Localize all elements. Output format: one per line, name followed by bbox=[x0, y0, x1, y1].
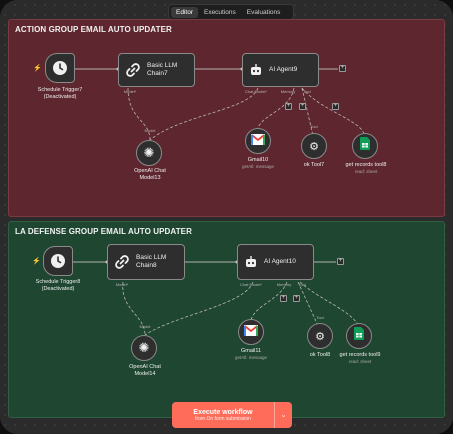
ai-agent-node[interactable]: AI Agent9 bbox=[242, 53, 319, 87]
n8n-window: Editor Executions Evaluations ACTION GRO… bbox=[0, 0, 453, 434]
port-label-chat-model: Chat Model* bbox=[244, 89, 268, 94]
execute-workflow-main[interactable]: Execute workflow from On form submission bbox=[172, 402, 274, 428]
port-label-model: Model* bbox=[123, 89, 137, 94]
chain-link-icon bbox=[125, 62, 141, 78]
clock-icon bbox=[52, 60, 68, 76]
port-label-chat-model: Chat Model* bbox=[239, 282, 263, 287]
add-tool-button[interactable]: + bbox=[293, 295, 300, 302]
robot-icon bbox=[249, 63, 263, 77]
get-records-tool-node[interactable] bbox=[346, 323, 372, 349]
openai-chat-model-node[interactable]: ✺ bbox=[136, 140, 162, 166]
trigger-bolt-icon: ⚡ bbox=[32, 258, 41, 265]
add-node-button[interactable]: + bbox=[337, 258, 344, 265]
port-label-memory: Memory bbox=[280, 89, 296, 94]
gmail-node[interactable] bbox=[245, 128, 271, 154]
tool-icon: ⚙ bbox=[309, 140, 319, 153]
port-label-tool: Tool bbox=[298, 282, 306, 287]
openai-chat-model-node[interactable]: ✺ bbox=[131, 335, 157, 361]
gmail-node-subtitle: getAll: message bbox=[234, 355, 268, 360]
gmail-icon bbox=[251, 132, 265, 150]
tab-evaluations[interactable]: Evaluations bbox=[242, 7, 286, 18]
gmail-node-subtitle: getAll: message bbox=[241, 164, 275, 169]
tool-icon: ⚙ bbox=[315, 330, 325, 343]
tab-executions[interactable]: Executions bbox=[199, 7, 241, 18]
get-records-tool-subtitle: read: sheet bbox=[354, 169, 378, 174]
openai-chat-model-label: OpenAI Chat Model14 bbox=[129, 364, 161, 378]
ok-tool-node[interactable]: ⚙ bbox=[301, 133, 327, 159]
schedule-trigger-node[interactable] bbox=[45, 53, 75, 83]
add-tool-button[interactable]: + bbox=[299, 103, 306, 110]
gmail-icon bbox=[244, 323, 258, 341]
clock-icon bbox=[50, 253, 66, 269]
get-records-tool-node[interactable] bbox=[352, 133, 378, 159]
ok-tool-label: ok Tool8 bbox=[309, 352, 331, 358]
port-label-memory: Memory bbox=[276, 282, 292, 287]
execute-title: Execute workflow bbox=[193, 408, 253, 416]
add-memory-button[interactable]: + bbox=[280, 295, 287, 302]
port-label-tool: Tool bbox=[316, 315, 324, 320]
ok-tool-label: ok Tool7 bbox=[303, 162, 325, 168]
execute-subtitle: from On form submission bbox=[195, 415, 251, 422]
group-title: LA DEFENSE GROUP EMAIL AUTO UPDATER bbox=[15, 227, 192, 236]
sticky-note-la-defense-group[interactable]: LA DEFENSE GROUP EMAIL AUTO UPDATER bbox=[8, 221, 445, 418]
port-label-model: Model bbox=[139, 324, 151, 329]
basic-llm-chain-node[interactable]: Basic LLM Chain7 bbox=[118, 53, 195, 87]
sheets-icon bbox=[360, 137, 370, 155]
add-subnode-button[interactable]: + bbox=[332, 103, 339, 110]
chain-link-icon bbox=[114, 254, 130, 270]
robot-icon bbox=[244, 255, 258, 269]
port-label-model: Model bbox=[144, 128, 156, 133]
sticky-note-action-group[interactable]: ACTION GROUP EMAIL AUTO UPDATER bbox=[8, 19, 445, 217]
schedule-trigger-node[interactable] bbox=[43, 246, 73, 276]
schedule-trigger-label: Schedule Trigger7 (Deactivated) bbox=[37, 87, 83, 101]
execute-workflow-button[interactable]: Execute workflow from On form submission… bbox=[172, 402, 292, 428]
openai-icon: ✺ bbox=[143, 145, 155, 160]
trigger-bolt-icon: ⚡ bbox=[33, 65, 42, 72]
port-label-model: Model* bbox=[115, 282, 129, 287]
view-tabs: Editor Executions Evaluations bbox=[168, 4, 294, 20]
group-title: ACTION GROUP EMAIL AUTO UPDATER bbox=[15, 25, 172, 34]
node-title: AI Agent10 bbox=[264, 257, 296, 265]
port-label-tool: Tool bbox=[303, 89, 311, 94]
openai-icon: ✺ bbox=[138, 340, 150, 355]
node-title: AI Agent9 bbox=[269, 65, 298, 73]
tab-editor[interactable]: Editor bbox=[171, 6, 198, 18]
schedule-trigger-label: Schedule Trigger8 (Deactivated) bbox=[35, 279, 81, 293]
chevron-down-icon[interactable]: ⌄ bbox=[274, 402, 292, 428]
node-title: Basic LLM Chain7 bbox=[147, 61, 178, 77]
basic-llm-chain-node[interactable]: Basic LLM Chain8 bbox=[107, 244, 185, 280]
node-title: Basic LLM Chain8 bbox=[136, 253, 167, 269]
openai-chat-model-label: OpenAI Chat Model13 bbox=[134, 168, 166, 182]
add-node-button[interactable]: + bbox=[339, 65, 346, 72]
ai-agent-node[interactable]: AI Agent10 bbox=[237, 244, 314, 280]
ok-tool-node[interactable]: ⚙ bbox=[307, 323, 333, 349]
get-records-tool-subtitle: read: sheet bbox=[348, 359, 372, 364]
sheets-icon bbox=[354, 327, 364, 345]
port-label-tool: Tool bbox=[310, 124, 318, 129]
gmail-node[interactable] bbox=[238, 319, 264, 345]
add-memory-button[interactable]: + bbox=[285, 103, 292, 110]
